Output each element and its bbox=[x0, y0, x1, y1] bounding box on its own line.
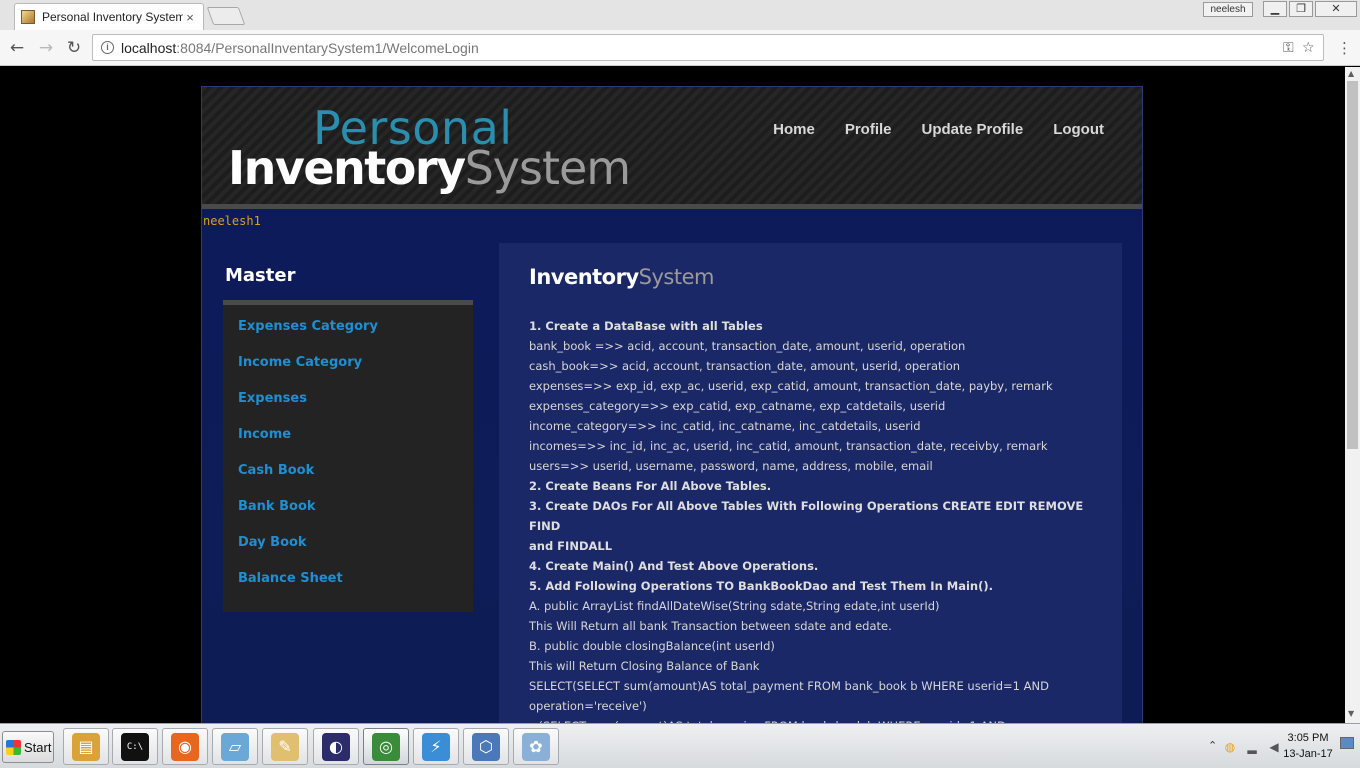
content-line: incomes=>> inc_id, inc_ac, userid, inc_c… bbox=[529, 439, 1048, 453]
browser-toolbar: ← → ↻ i localhost:8084/PersonalInventary… bbox=[0, 30, 1360, 66]
flash-icon: ⚡ bbox=[422, 733, 450, 761]
back-arrow-icon[interactable]: ← bbox=[6, 37, 28, 59]
nav-logout[interactable]: Logout bbox=[1053, 121, 1104, 138]
sidebar-item-cash-book[interactable]: Cash Book bbox=[223, 463, 473, 499]
site-logo: InventorySystem bbox=[228, 141, 631, 195]
scrollbar-thumb[interactable] bbox=[1347, 81, 1358, 449]
content-line: expenses_category=>> exp_catid, exp_catn… bbox=[529, 399, 946, 413]
content-line: B. public double closingBalance(int user… bbox=[529, 639, 775, 653]
forward-arrow-icon[interactable]: → bbox=[35, 37, 57, 59]
taskbar-app-button[interactable]: C:\ bbox=[112, 728, 158, 765]
content-line: 2. Create Beans For All Above Tables. bbox=[529, 479, 772, 493]
sidebar-item-income-category[interactable]: Income Category bbox=[223, 355, 473, 391]
close-tab-icon[interactable]: × bbox=[183, 10, 197, 25]
sidebar-title: Master bbox=[225, 265, 296, 286]
content-line: This Will Return all bank Transaction be… bbox=[529, 619, 892, 633]
taskbar-app-button[interactable]: ▱ bbox=[212, 728, 258, 765]
content-title: InventorySystem bbox=[529, 265, 714, 289]
taskbar-app-button[interactable]: ✎ bbox=[262, 728, 308, 765]
address-bar[interactable]: i localhost:8084/PersonalInventarySystem… bbox=[92, 34, 1324, 61]
sidebar-menu: Expenses Category Income Category Expens… bbox=[223, 300, 473, 612]
nav-profile[interactable]: Profile bbox=[845, 121, 892, 138]
browser-menu-icon[interactable]: ⋮ bbox=[1337, 37, 1352, 59]
sidebar-item-day-book[interactable]: Day Book bbox=[223, 535, 473, 571]
taskbar-clock[interactable]: 3:05 PM 13-Jan-17 bbox=[1278, 730, 1338, 762]
sidebar-item-expenses[interactable]: Expenses bbox=[223, 391, 473, 427]
content-line: and FINDALL bbox=[529, 539, 613, 553]
restore-button[interactable]: ❐ bbox=[1289, 1, 1313, 17]
bookmark-star-icon[interactable]: ☆ bbox=[1302, 38, 1315, 58]
browser-tab-strip: Personal Inventory System × neelesh ▁ ❐ … bbox=[0, 0, 1360, 30]
windows-logo-icon bbox=[6, 739, 21, 755]
taskbar-app-button[interactable]: ✿ bbox=[513, 728, 559, 765]
sidebar-item-bank-book[interactable]: Bank Book bbox=[223, 499, 473, 535]
content-line: – (SELECT sum(amount)AS total_receive FR… bbox=[529, 716, 1089, 723]
instructions-text: 1. Create a DataBase with all Tables bank… bbox=[529, 316, 1089, 723]
taskbar-app-button[interactable]: ◎ bbox=[363, 728, 409, 765]
profile-button[interactable]: neelesh bbox=[1203, 2, 1253, 17]
top-navigation: Home Profile Update Profile Logout bbox=[773, 121, 1104, 138]
close-window-button[interactable]: ✕ bbox=[1315, 1, 1357, 17]
browser-tab[interactable]: Personal Inventory System × bbox=[14, 3, 204, 30]
show-desktop-icon[interactable] bbox=[1340, 737, 1354, 749]
command-prompt-icon: C:\ bbox=[121, 733, 149, 761]
scroll-up-icon[interactable]: ▲ bbox=[1348, 69, 1354, 78]
sidebar-item-expenses-category[interactable]: Expenses Category bbox=[223, 319, 473, 355]
network-icon[interactable]: ▂ bbox=[1245, 740, 1259, 754]
content-line: 5. Add Following Operations TO BankBookD… bbox=[529, 579, 993, 593]
firefox-icon: ◉ bbox=[171, 733, 199, 761]
taskbar-app-button[interactable]: ▤ bbox=[63, 728, 109, 765]
start-button[interactable]: Start bbox=[2, 731, 54, 763]
main-content: InventorySystem 1. Create a DataBase wit… bbox=[499, 243, 1122, 723]
nav-update-profile[interactable]: Update Profile bbox=[922, 121, 1024, 138]
content-line: cash_book=>> acid, account, transaction_… bbox=[529, 359, 961, 373]
content-line: income_category=>> inc_catid, inc_catnam… bbox=[529, 419, 921, 433]
content-line: SELECT(SELECT sum(amount)AS total_paymen… bbox=[529, 679, 1049, 693]
chrome-icon: ◎ bbox=[372, 733, 400, 761]
page-scrollbar[interactable]: ▲ ▼ bbox=[1345, 67, 1360, 723]
paint-icon: ✿ bbox=[522, 733, 550, 761]
taskbar: Start ▤ C:\ ◉ ▱ ✎ ◐ ◎ ⚡ ⬡ ✿ ⌃ ◍ ▂ ◀ 3:05 PM 13-Ja… bbox=[0, 723, 1360, 768]
minimize-button[interactable]: ▁ bbox=[1263, 1, 1287, 17]
content-line: 4. Create Main() And Test Above Operatio… bbox=[529, 559, 819, 573]
content-line: expenses=>> exp_id, exp_ac, userid, exp_… bbox=[529, 379, 1053, 393]
nav-home[interactable]: Home bbox=[773, 121, 815, 138]
content-line: users=>> userid, username, password, nam… bbox=[529, 459, 933, 473]
notepad-icon: ▱ bbox=[221, 733, 249, 761]
info-icon[interactable]: i bbox=[101, 41, 114, 54]
taskbar-app-button[interactable]: ⚡ bbox=[413, 728, 459, 765]
content-line: operation='receive') bbox=[529, 699, 647, 713]
reload-icon[interactable]: ↻ bbox=[63, 37, 85, 59]
key-icon[interactable]: ⚿ bbox=[1283, 38, 1294, 58]
site-header: Personal InventorySystem Home Profile Up… bbox=[202, 87, 1142, 209]
taskbar-app-button[interactable]: ⬡ bbox=[463, 728, 509, 765]
page-viewport: Personal InventorySystem Home Profile Up… bbox=[0, 67, 1345, 723]
tray-app-icon[interactable]: ◍ bbox=[1223, 740, 1237, 754]
eclipse-icon: ◐ bbox=[322, 733, 350, 761]
sidebar-item-balance-sheet[interactable]: Balance Sheet bbox=[223, 571, 473, 607]
notes-icon: ✎ bbox=[271, 733, 299, 761]
tray-expand-icon[interactable]: ⌃ bbox=[1208, 739, 1217, 752]
content-line: 1. Create a DataBase with all Tables bbox=[529, 319, 763, 333]
content-line: A. public ArrayList findAllDateWise(Stri… bbox=[529, 599, 940, 613]
tab-title: Personal Inventory System bbox=[42, 10, 183, 24]
sidebar-item-income[interactable]: Income bbox=[223, 427, 473, 463]
file-explorer-icon: ▤ bbox=[72, 733, 100, 761]
taskbar-app-button[interactable]: ◉ bbox=[162, 728, 208, 765]
virtualbox-icon: ⬡ bbox=[472, 733, 500, 761]
content-line: 3. Create DAOs For All Above Tables With… bbox=[529, 499, 1084, 533]
url-text[interactable]: localhost:8084/PersonalInventarySystem1/… bbox=[121, 40, 479, 56]
scroll-down-icon[interactable]: ▼ bbox=[1348, 709, 1354, 718]
new-tab-button[interactable] bbox=[206, 7, 246, 25]
favicon-icon bbox=[21, 10, 35, 24]
content-line: This will Return Closing Balance of Bank bbox=[529, 659, 760, 673]
logged-in-username: neelesh1 bbox=[203, 214, 261, 228]
site-container: Personal InventorySystem Home Profile Up… bbox=[201, 86, 1143, 723]
taskbar-app-button[interactable]: ◐ bbox=[313, 728, 359, 765]
content-line: bank_book =>> acid, account, transaction… bbox=[529, 339, 966, 353]
